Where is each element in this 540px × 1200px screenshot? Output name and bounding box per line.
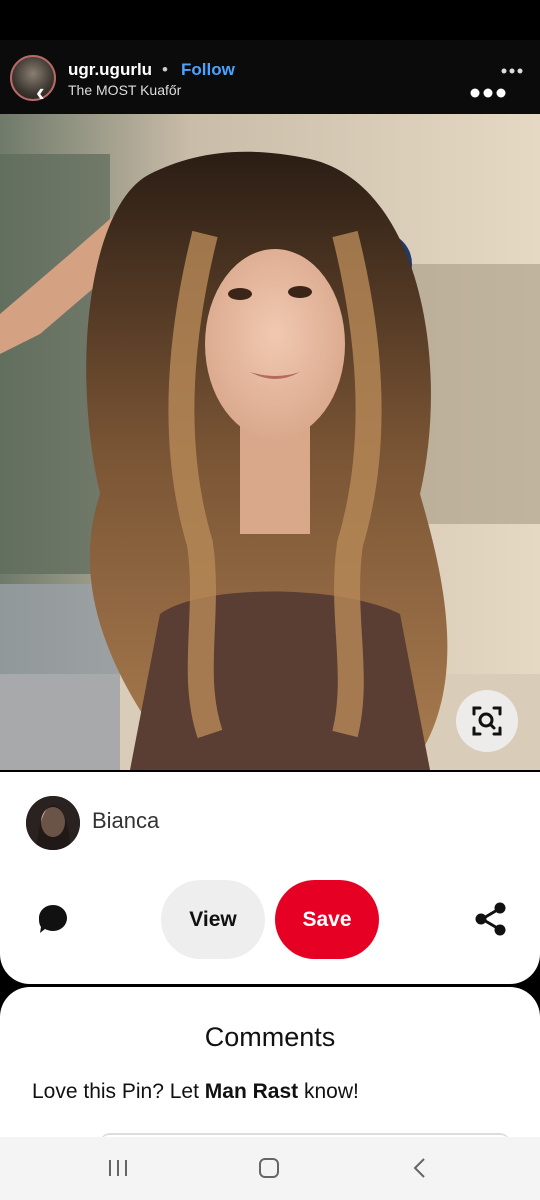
recent-apps-icon[interactable] xyxy=(106,1158,130,1178)
share-icon[interactable] xyxy=(472,901,508,937)
follow-button[interactable]: Follow xyxy=(181,60,235,80)
account-subtitle: The MOST Kuafőr xyxy=(68,82,182,98)
pin-image[interactable] xyxy=(0,114,540,770)
comments-sheet xyxy=(0,987,540,1137)
username[interactable]: ugr.ugurlu xyxy=(68,60,152,80)
home-icon[interactable] xyxy=(258,1157,280,1179)
separator-dot: • xyxy=(162,60,168,79)
pin-actions-card xyxy=(0,772,540,984)
comments-title: Comments xyxy=(204,1022,336,1052)
comment-icon[interactable] xyxy=(36,902,70,936)
creator-avatar[interactable] xyxy=(26,796,80,850)
more-options-icon[interactable] xyxy=(470,86,506,100)
back-icon[interactable] xyxy=(410,1156,430,1180)
prompt-name: Man Rast xyxy=(204,1080,299,1103)
visual-search-button[interactable] xyxy=(456,690,518,752)
chevron-left-icon[interactable]: ‹ xyxy=(36,79,60,105)
more-horizontal-icon[interactable] xyxy=(500,67,524,75)
creator-name[interactable]: Bianca xyxy=(92,808,159,834)
comments-prompt: Love this Pin? Let Man Rast know! xyxy=(32,1080,359,1104)
view-button[interactable]: View xyxy=(161,880,265,959)
prompt-suffix: know! xyxy=(298,1080,359,1103)
prompt-prefix: Love this Pin? Let xyxy=(32,1080,205,1103)
save-button[interactable]: Save xyxy=(275,880,379,959)
visual-search-icon xyxy=(472,706,502,736)
